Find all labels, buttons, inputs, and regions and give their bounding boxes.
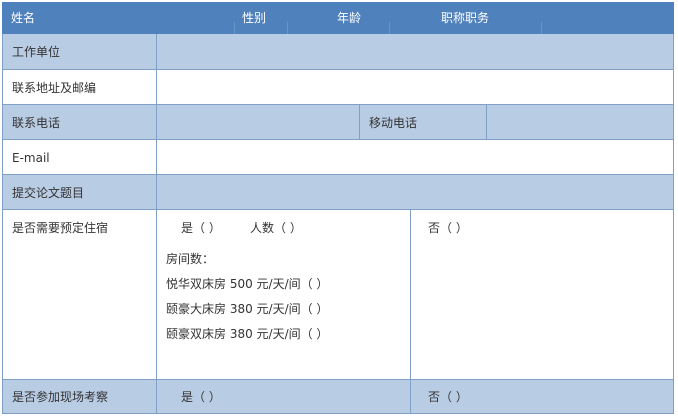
lodging-people-count[interactable]: 人数（ ） (250, 221, 302, 235)
header-divider (287, 22, 288, 34)
row-label-cell: 是否参加现场考察 (3, 380, 157, 413)
row-label-cell: 是否需要预定住宿 (3, 210, 157, 379)
header-name-label: 姓名 (11, 11, 36, 25)
lodging-no-option[interactable]: 否（ ） (428, 221, 468, 235)
header-divider (234, 22, 235, 34)
row-label-cell: 移动电话 (360, 105, 487, 139)
row-label-cell: E-mail (3, 140, 157, 174)
row-label-cell: 工作单位 (3, 34, 157, 69)
row-label-cell: 提交论文题目 (3, 175, 157, 209)
room-option-yihao-twin[interactable]: 颐豪双床房 380 元/天/间（ ） (166, 327, 328, 341)
row-label-cell: 联系电话 (3, 105, 157, 139)
email-input[interactable] (157, 140, 673, 174)
row-phone: 联系电话 移动电话 (2, 105, 674, 140)
row-label-cell: 联系地址及邮编 (3, 70, 157, 104)
mobile-input[interactable] (487, 105, 673, 139)
row-lodging: 是否需要预定住宿 是（ ） 人数（ ） 房间数： 悦华双床房 500 元/天/间… (2, 210, 674, 380)
site-visit-no-cell: 否（ ） (411, 380, 673, 413)
header-divider (541, 22, 542, 34)
header-gender-label: 性别 (242, 11, 267, 25)
site-visit-yes-option[interactable]: 是（ ） (181, 390, 221, 404)
row-site-visit: 是否参加现场考察 是（ ） 否（ ） (2, 380, 674, 414)
work-unit-input[interactable] (157, 34, 673, 69)
lodging-label: 是否需要预定住宿 (12, 221, 109, 235)
site-visit-label: 是否参加现场考察 (12, 390, 109, 404)
paper-title-label: 提交论文题目 (12, 186, 85, 200)
phone-input[interactable] (157, 105, 360, 139)
address-label: 联系地址及邮编 (12, 81, 97, 95)
header-age-label: 年龄 (337, 11, 362, 25)
header-title-label: 职称职务 (441, 11, 490, 25)
work-unit-label: 工作单位 (12, 45, 61, 59)
header-divider (389, 22, 390, 34)
email-label: E-mail (12, 151, 50, 165)
site-visit-no-option[interactable]: 否（ ） (428, 390, 468, 404)
room-option-yihao-king[interactable]: 颐豪大床房 380 元/天/间（ ） (166, 302, 328, 316)
lodging-yes-option[interactable]: 是（ ） (181, 221, 221, 235)
paper-title-input[interactable] (157, 175, 673, 209)
address-input[interactable] (157, 70, 673, 104)
lodging-options-cell: 是（ ） 人数（ ） 房间数： 悦华双床房 500 元/天/间（ ） 颐豪大床房… (157, 210, 411, 379)
site-visit-yes-cell: 是（ ） (157, 380, 411, 413)
rooms-label: 房间数： (166, 252, 215, 266)
table-header: 姓名 性别 年龄 职称职务 (2, 2, 674, 34)
row-address: 联系地址及邮编 (2, 70, 674, 105)
room-option-yuehua-twin[interactable]: 悦华双床房 500 元/天/间（ ） (166, 277, 328, 291)
mobile-label: 移动电话 (369, 116, 418, 130)
row-email: E-mail (2, 140, 674, 175)
lodging-no-cell: 否（ ） (411, 210, 673, 379)
phone-label: 联系电话 (12, 116, 61, 130)
row-work-unit: 工作单位 (2, 34, 674, 70)
row-paper-title: 提交论文题目 (2, 175, 674, 210)
